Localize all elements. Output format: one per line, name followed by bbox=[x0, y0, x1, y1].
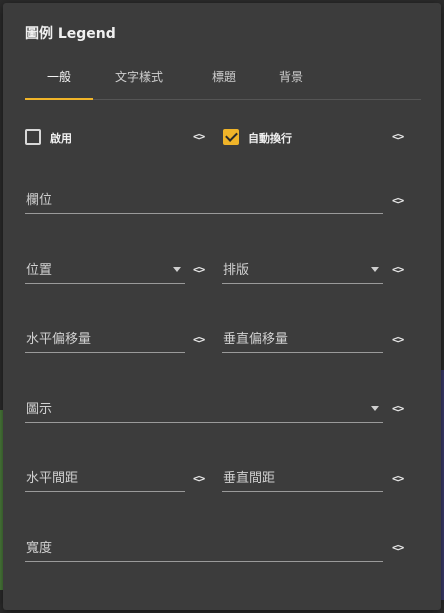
tab-background[interactable]: 背景 bbox=[257, 63, 325, 99]
horizontal-spacing-code-icon[interactable]: <> bbox=[193, 472, 205, 485]
width-field[interactable]: 寬度 bbox=[25, 535, 383, 562]
wrap-label: 自動換行 bbox=[248, 132, 292, 145]
layout-code-icon[interactable]: <> bbox=[392, 263, 404, 276]
icon-select[interactable]: 圖示 bbox=[25, 396, 383, 423]
tab-title[interactable]: 標題 bbox=[190, 63, 258, 99]
horizontal-offset-label: 水平偏移量 bbox=[26, 332, 92, 347]
legend-settings-dialog: 圖例 Legend 一般 文字樣式 標題 背景 啟用 <> 自動換行 <> 欄位… bbox=[3, 3, 441, 610]
icon-label: 圖示 bbox=[26, 402, 53, 417]
tab-bar: 一般 文字樣式 標題 背景 bbox=[25, 63, 421, 100]
enable-label: 啟用 bbox=[50, 132, 72, 145]
vertical-offset-field[interactable]: 垂直偏移量 bbox=[222, 326, 383, 353]
horizontal-offset-code-icon[interactable]: <> bbox=[193, 333, 205, 346]
wrap-code-icon[interactable]: <> bbox=[392, 130, 404, 143]
dialog-title: 圖例 Legend bbox=[25, 26, 116, 42]
active-tab-indicator bbox=[25, 98, 93, 100]
position-code-icon[interactable]: <> bbox=[193, 263, 205, 276]
vertical-offset-label: 垂直偏移量 bbox=[223, 332, 289, 347]
tab-general[interactable]: 一般 bbox=[25, 63, 93, 99]
horizontal-offset-field[interactable]: 水平偏移量 bbox=[25, 326, 185, 353]
position-select[interactable]: 位置 bbox=[25, 257, 185, 284]
vertical-offset-code-icon[interactable]: <> bbox=[392, 333, 404, 346]
tab-text-style[interactable]: 文字樣式 bbox=[105, 63, 173, 99]
width-code-icon[interactable]: <> bbox=[392, 541, 404, 554]
vertical-spacing-field[interactable]: 垂直間距 bbox=[222, 465, 383, 492]
enable-code-icon[interactable]: <> bbox=[193, 130, 205, 143]
chevron-down-icon bbox=[173, 267, 181, 272]
chevron-down-icon bbox=[371, 267, 379, 272]
columns-label: 欄位 bbox=[26, 193, 53, 208]
vertical-spacing-label: 垂直間距 bbox=[223, 471, 276, 486]
columns-field[interactable]: 欄位 bbox=[25, 187, 383, 214]
columns-code-icon[interactable]: <> bbox=[392, 194, 404, 207]
layout-select[interactable]: 排版 bbox=[222, 257, 383, 284]
horizontal-spacing-label: 水平間距 bbox=[26, 471, 79, 486]
layout-label: 排版 bbox=[223, 263, 250, 278]
horizontal-spacing-field[interactable]: 水平間距 bbox=[25, 465, 185, 492]
vertical-spacing-code-icon[interactable]: <> bbox=[392, 472, 404, 485]
chevron-down-icon bbox=[371, 406, 379, 411]
enable-checkbox[interactable] bbox=[25, 129, 41, 145]
position-label: 位置 bbox=[26, 263, 53, 278]
icon-code-icon[interactable]: <> bbox=[392, 402, 404, 415]
width-label: 寬度 bbox=[26, 541, 53, 556]
wrap-checkbox[interactable] bbox=[223, 129, 239, 145]
